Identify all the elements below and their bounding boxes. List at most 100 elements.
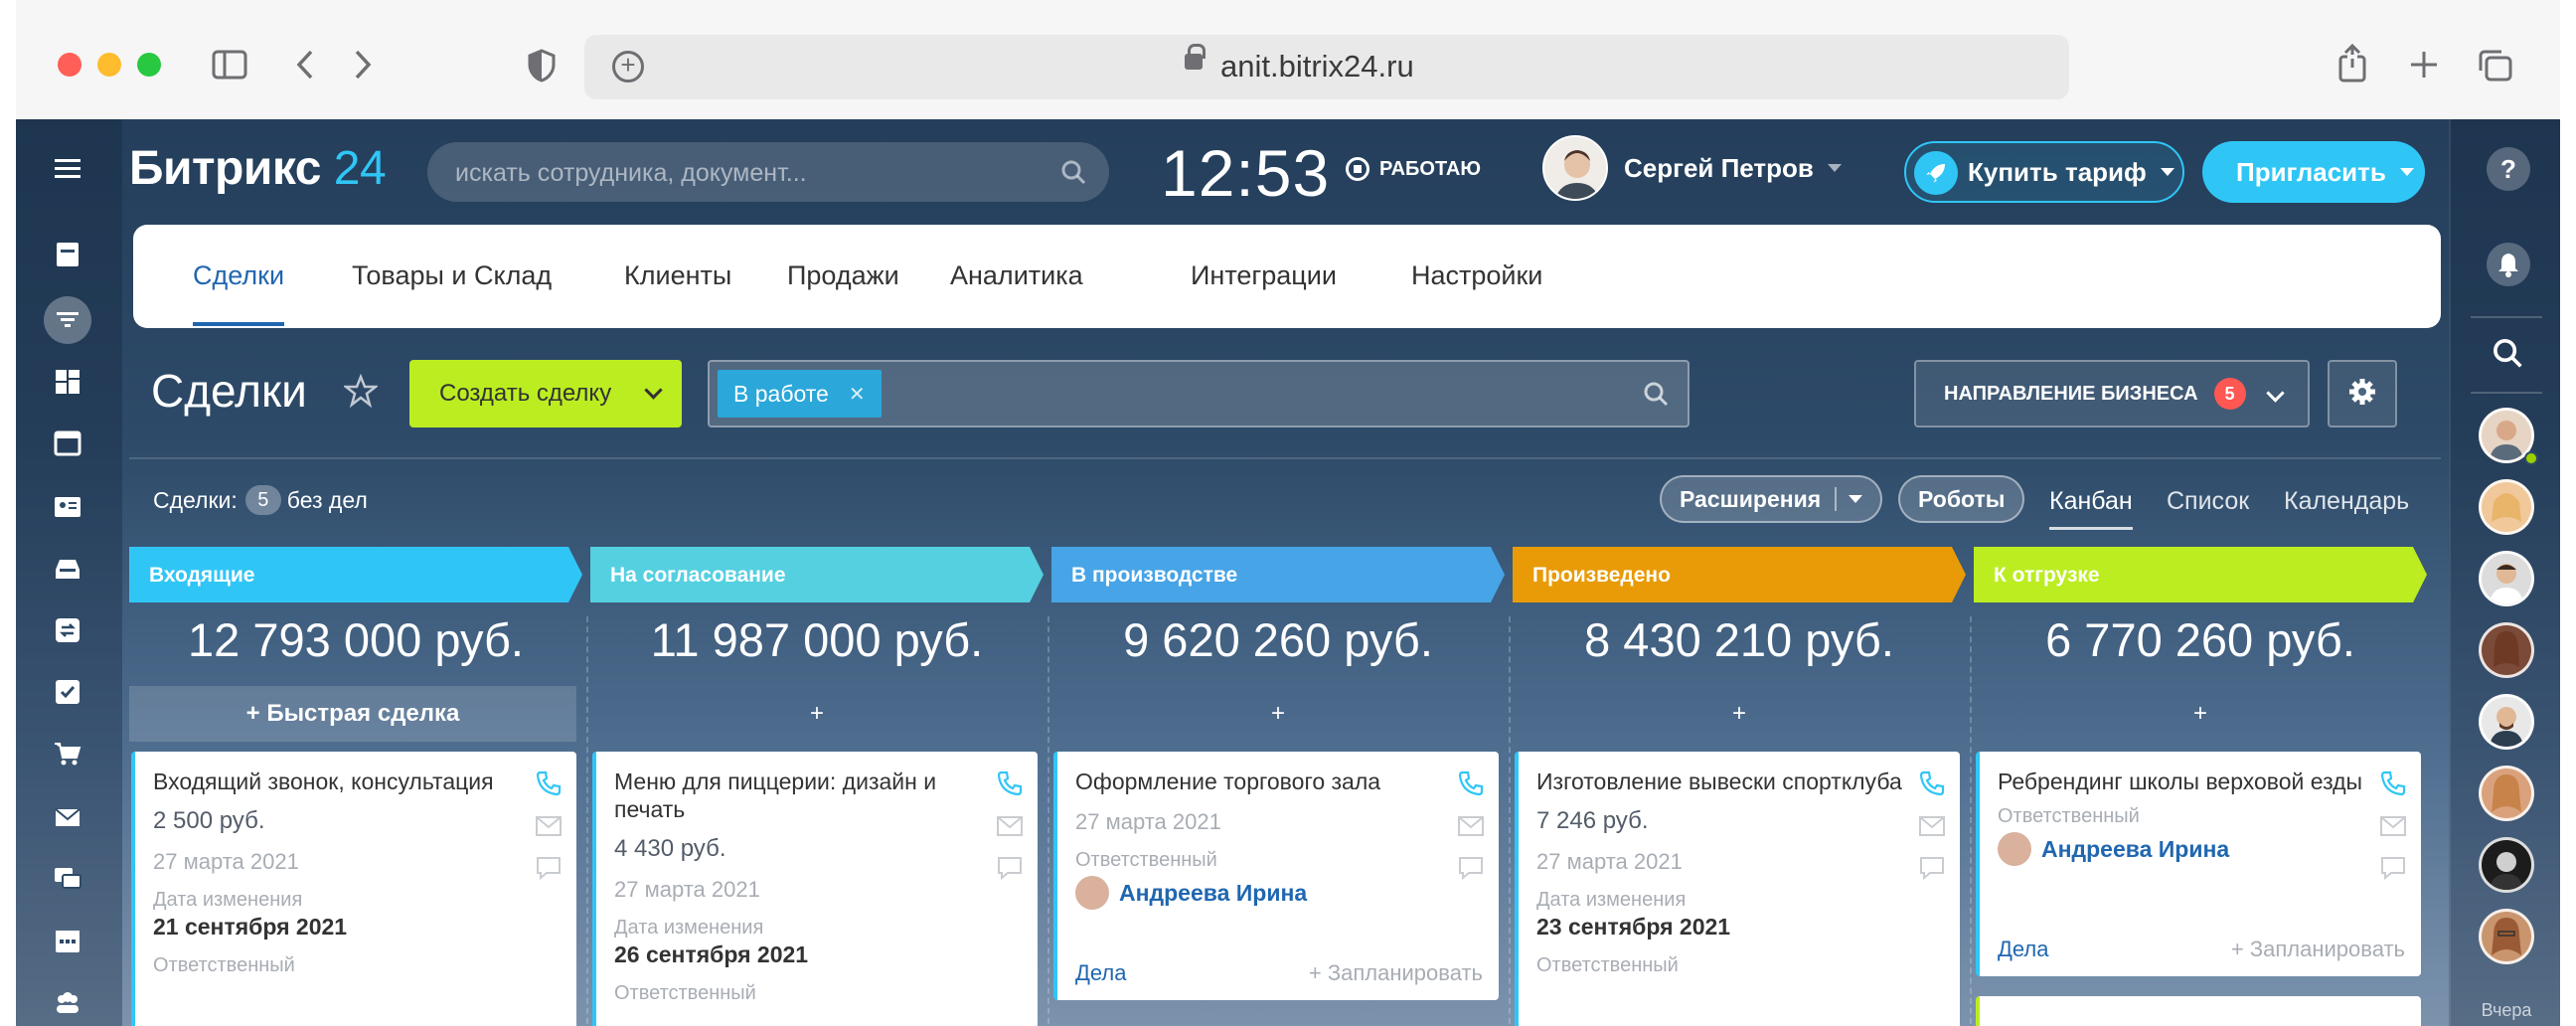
tasks-link[interactable]: Дела <box>1075 960 1126 986</box>
deal-card[interactable] <box>1976 996 2421 1026</box>
feed-icon[interactable] <box>46 237 89 272</box>
responsible-user[interactable]: Андреева Ирина <box>1075 876 1479 910</box>
extensions-button[interactable]: Расширения <box>1660 475 1883 523</box>
chevron-down-icon[interactable] <box>644 381 663 400</box>
deal-title[interactable]: Входящий звонок, консультация <box>153 768 521 795</box>
global-search-input[interactable]: искать сотрудника, документ... <box>427 142 1109 202</box>
tabs-icon[interactable] <box>2477 48 2514 84</box>
settings-button[interactable] <box>2328 360 2397 428</box>
deal-card[interactable]: Меню для пиццерии: дизайн и печать 4 430… <box>592 752 1038 1026</box>
mail-icon[interactable] <box>46 799 89 835</box>
chat-icon[interactable] <box>996 855 1024 886</box>
tab-products[interactable]: Товары и Склад <box>352 260 552 291</box>
tab-integrations[interactable]: Интеграции <box>1191 260 1337 291</box>
mail-icon[interactable] <box>535 814 563 843</box>
shield-icon[interactable] <box>525 48 559 84</box>
group-icon[interactable] <box>46 984 89 1020</box>
view-kanban[interactable]: Канбан <box>2049 487 2133 530</box>
bell-icon[interactable] <box>2487 243 2530 286</box>
chat-icon[interactable] <box>1457 855 1485 886</box>
search-icon[interactable] <box>1059 158 1087 193</box>
tab-clients[interactable]: Клиенты <box>624 260 731 291</box>
avatar[interactable] <box>2479 551 2534 606</box>
bitrix-logo[interactable]: Битрикс 24 <box>129 141 387 196</box>
work-status[interactable]: РАБОТАЮ <box>1346 157 1481 181</box>
search-icon[interactable] <box>2491 336 2524 375</box>
url-text[interactable]: anit.bitrix24.ru <box>1185 44 1414 85</box>
create-deal-button[interactable]: Создать сделку <box>409 360 682 428</box>
user-menu[interactable]: Сергей Петров <box>1542 135 1842 201</box>
avatar[interactable] <box>2479 766 2534 821</box>
address-bar[interactable]: + anit.bitrix24.ru <box>584 35 2069 99</box>
add-deal-button[interactable]: + <box>1974 686 2427 742</box>
add-deal-button[interactable]: + <box>590 686 1044 742</box>
help-icon[interactable]: ? <box>2487 147 2530 191</box>
chat-icon[interactable] <box>1918 855 1946 886</box>
inbox-icon[interactable] <box>46 551 89 587</box>
deals-count-badge[interactable]: 5 <box>244 485 281 515</box>
contact-card-icon[interactable] <box>46 489 89 525</box>
chat-icon[interactable] <box>46 861 89 897</box>
tab-sales[interactable]: Продажи <box>787 260 899 291</box>
forward-icon[interactable] <box>348 48 378 82</box>
deal-title[interactable]: Оформление торгового зала <box>1075 768 1443 795</box>
tab-analytics[interactable]: Аналитика <box>950 260 1083 291</box>
schedule-link[interactable]: + Запланировать <box>1309 960 1483 986</box>
deal-title[interactable]: Ребрендинг школы верховой езды <box>1998 768 2365 795</box>
filter-search-input[interactable]: В работе ✕ <box>708 360 1690 428</box>
tab-settings[interactable]: Настройки <box>1411 260 1542 291</box>
invite-button[interactable]: Пригласить <box>2202 141 2425 203</box>
mail-icon[interactable] <box>1457 814 1485 843</box>
close-window-button[interactable] <box>58 53 81 77</box>
phone-icon[interactable] <box>996 770 1024 802</box>
sidebar-icon[interactable] <box>211 48 248 82</box>
chat-icon[interactable] <box>2379 855 2407 886</box>
tasks-icon[interactable] <box>46 674 89 710</box>
search-icon[interactable] <box>1642 380 1670 413</box>
close-icon[interactable]: ✕ <box>849 382 866 407</box>
deal-card[interactable]: Изготовление вывески спортклуба 7 246 ру… <box>1515 752 1960 1026</box>
avatar[interactable] <box>2479 479 2534 535</box>
new-tab-plus-icon[interactable]: + <box>612 51 644 83</box>
deal-card[interactable]: Ребрендинг школы верховой езды Ответстве… <box>1976 752 2421 976</box>
chat-icon[interactable] <box>535 855 563 886</box>
minimize-window-button[interactable] <box>97 53 121 77</box>
deal-title[interactable]: Изготовление вывески спортклуба <box>1536 768 1904 795</box>
responsible-user[interactable]: Андреева Ирина <box>1998 832 2401 866</box>
deal-card[interactable]: Оформление торгового зала 27 марта 2021 … <box>1053 752 1499 1000</box>
buy-plan-button[interactable]: Купить тариф <box>1904 141 2184 203</box>
mail-icon[interactable] <box>996 814 1024 843</box>
add-deal-button[interactable]: + <box>1513 686 1966 742</box>
mail-icon[interactable] <box>1918 814 1946 843</box>
cart-icon[interactable] <box>46 736 89 771</box>
view-list[interactable]: Список <box>2167 487 2249 516</box>
window-icon[interactable] <box>46 426 89 461</box>
stage-header[interactable]: К отгрузке <box>1974 547 2427 602</box>
schedule-link[interactable]: + Запланировать <box>2231 937 2405 962</box>
menu-icon[interactable] <box>46 151 89 187</box>
phone-icon[interactable] <box>1457 770 1485 802</box>
phone-icon[interactable] <box>2379 770 2407 802</box>
avatar[interactable] <box>2479 837 2534 893</box>
robots-button[interactable]: Роботы <box>1898 475 2025 523</box>
stage-header[interactable]: Произведено <box>1513 547 1966 602</box>
calendar-icon[interactable] <box>46 923 89 958</box>
tab-deals[interactable]: Сделки <box>193 260 285 326</box>
back-icon[interactable] <box>290 48 320 82</box>
phone-icon[interactable] <box>1918 770 1946 802</box>
sync-icon[interactable] <box>46 612 89 648</box>
stage-header[interactable]: В производстве <box>1051 547 1505 602</box>
view-calendar[interactable]: Календарь <box>2284 487 2409 516</box>
stage-header[interactable]: Входящие <box>129 547 582 602</box>
business-direction-button[interactable]: НАПРАВЛЕНИЕ БИЗНЕСА 5 <box>1914 360 2310 428</box>
maximize-window-button[interactable] <box>137 53 161 77</box>
deal-title[interactable]: Меню для пиццерии: дизайн и печать <box>614 768 982 823</box>
stage-header[interactable]: На согласование <box>590 547 1044 602</box>
dashboard-icon[interactable] <box>46 364 89 400</box>
clock[interactable]: 12:53 <box>1161 135 1330 211</box>
add-deal-button[interactable]: + <box>1051 686 1505 742</box>
mail-icon[interactable] <box>2379 814 2407 843</box>
deal-card[interactable]: Входящий звонок, консультация 2 500 руб.… <box>131 752 576 1026</box>
new-tab-icon[interactable] <box>2407 48 2441 82</box>
crm-funnel-icon[interactable] <box>44 296 91 344</box>
